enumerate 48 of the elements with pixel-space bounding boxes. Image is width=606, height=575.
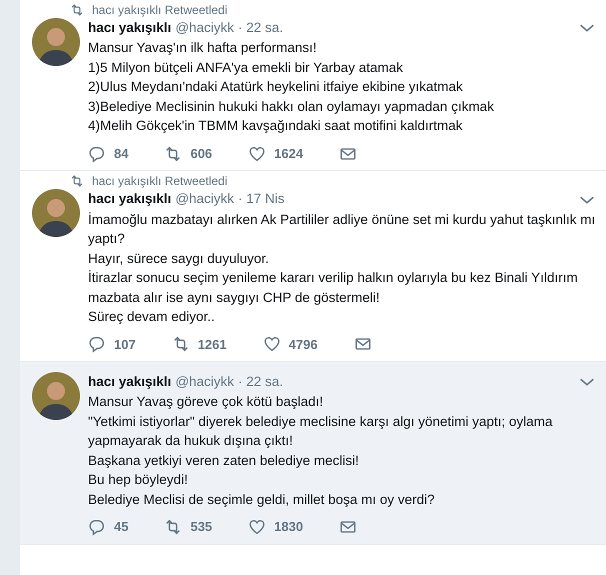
- retweet-icon: [70, 174, 84, 188]
- tweet-text: Mansur Yavaş'ın ilk hafta performansı!: [88, 39, 318, 58]
- avatar[interactable]: [32, 18, 80, 66]
- user-name[interactable]: hacı yakışıklı: [88, 372, 172, 392]
- user-name[interactable]: hacı yakışıklı: [88, 18, 172, 38]
- tweet-text: Mansur Yavaş göreve çok kötü başladı!: [88, 393, 324, 412]
- speech-bubble-icon: [88, 335, 106, 354]
- like-button[interactable]: 1624: [248, 144, 304, 164]
- retweet-icon: [164, 144, 182, 162]
- retweet-button[interactable]: 535: [164, 517, 212, 537]
- tweet-time[interactable]: · 22 sa.: [238, 372, 284, 392]
- retweet-button[interactable]: 1261: [172, 334, 227, 354]
- tweet-text: 4)Melih Gökçek'in TBMM kavşağındaki saat motifini kaldırtmak: [88, 117, 464, 136]
- heart-icon: [248, 144, 266, 162]
- tweet-time[interactable]: · 17 Nis: [238, 189, 285, 210]
- tweet-text: İmamoğlu mazbatayı alırken Ak Partililer adliye önüne set mi kurdu yahut taşkınlık mı yaptı?: [88, 210, 596, 248]
- tweet-text: 1)5 Milyon bütçeli ANFA'ya emekli bir Yarbay atamak: [88, 58, 404, 77]
- retweet-label: hacı yakışıklı Retweetledi: [92, 2, 228, 19]
- retweet-icon: [164, 518, 182, 536]
- speech-bubble-icon: [88, 518, 106, 536]
- like-button[interactable]: 1830: [248, 517, 304, 537]
- avatar[interactable]: [32, 189, 80, 238]
- tweet-text: 2)Ulus Meydanı'ndaki Atatürk heykelini itfaiye ekibine yıkatmak: [88, 78, 464, 96]
- retweet-icon: [172, 335, 190, 354]
- user-name[interactable]: hacı yakışıklı: [88, 189, 172, 210]
- heart-icon: [248, 518, 266, 536]
- reply-button[interactable]: 45: [88, 517, 128, 537]
- reply-button[interactable]: 107: [88, 334, 136, 354]
- retweet-label: hacı yakışıklı Retweetledi: [92, 173, 228, 190]
- heart-icon: [262, 335, 281, 354]
- tweet-text: İtirazlar sonucu seçim yenileme kararı verilip halkın oylarıyla bu kez Binali Yıldırım mazbata alır ise aynı saygıyı CHP de göstermeli!: [88, 269, 579, 307]
- retweet-button[interactable]: 606: [164, 144, 212, 164]
- user-handle: @haciykk: [175, 373, 234, 391]
- like-button[interactable]: 4796: [262, 334, 318, 354]
- reply-button[interactable]: 84: [88, 144, 128, 164]
- speech-bubble-icon: [88, 144, 106, 162]
- tweet-text: 3)Belediye Meclisinin hukuki hakkı olan oylamayı yapmadan çıkmak: [88, 98, 495, 116]
- tweet-text: Belediye Meclisi de seçimle geldi, millet boşa mı oy verdi?: [88, 490, 436, 509]
- tweet-time[interactable]: · 22 sa.: [238, 18, 284, 38]
- user-handle: @haciykk: [175, 190, 234, 208]
- user-handle: @haciykk: [175, 19, 234, 37]
- tweet-text: Süreç devam ediyor..: [88, 308, 216, 326]
- avatar[interactable]: [32, 372, 80, 420]
- retweet-icon: [70, 3, 84, 17]
- tweet-text: Hayır, sürece saygı duyuluyor.: [88, 250, 270, 268]
- tweet-text: Başkana yetkiyi veren zaten belediye meclisi!: [88, 452, 360, 470]
- tweet-text: Bu hep böyleydi!: [88, 471, 189, 490]
- tweet-text: "Yetkimi istiyorlar" diyerek belediye meclisine karşı algı yönetimi yaptı; oylama yapmayarak da hukuk dışına çıktı!: [88, 412, 554, 450]
